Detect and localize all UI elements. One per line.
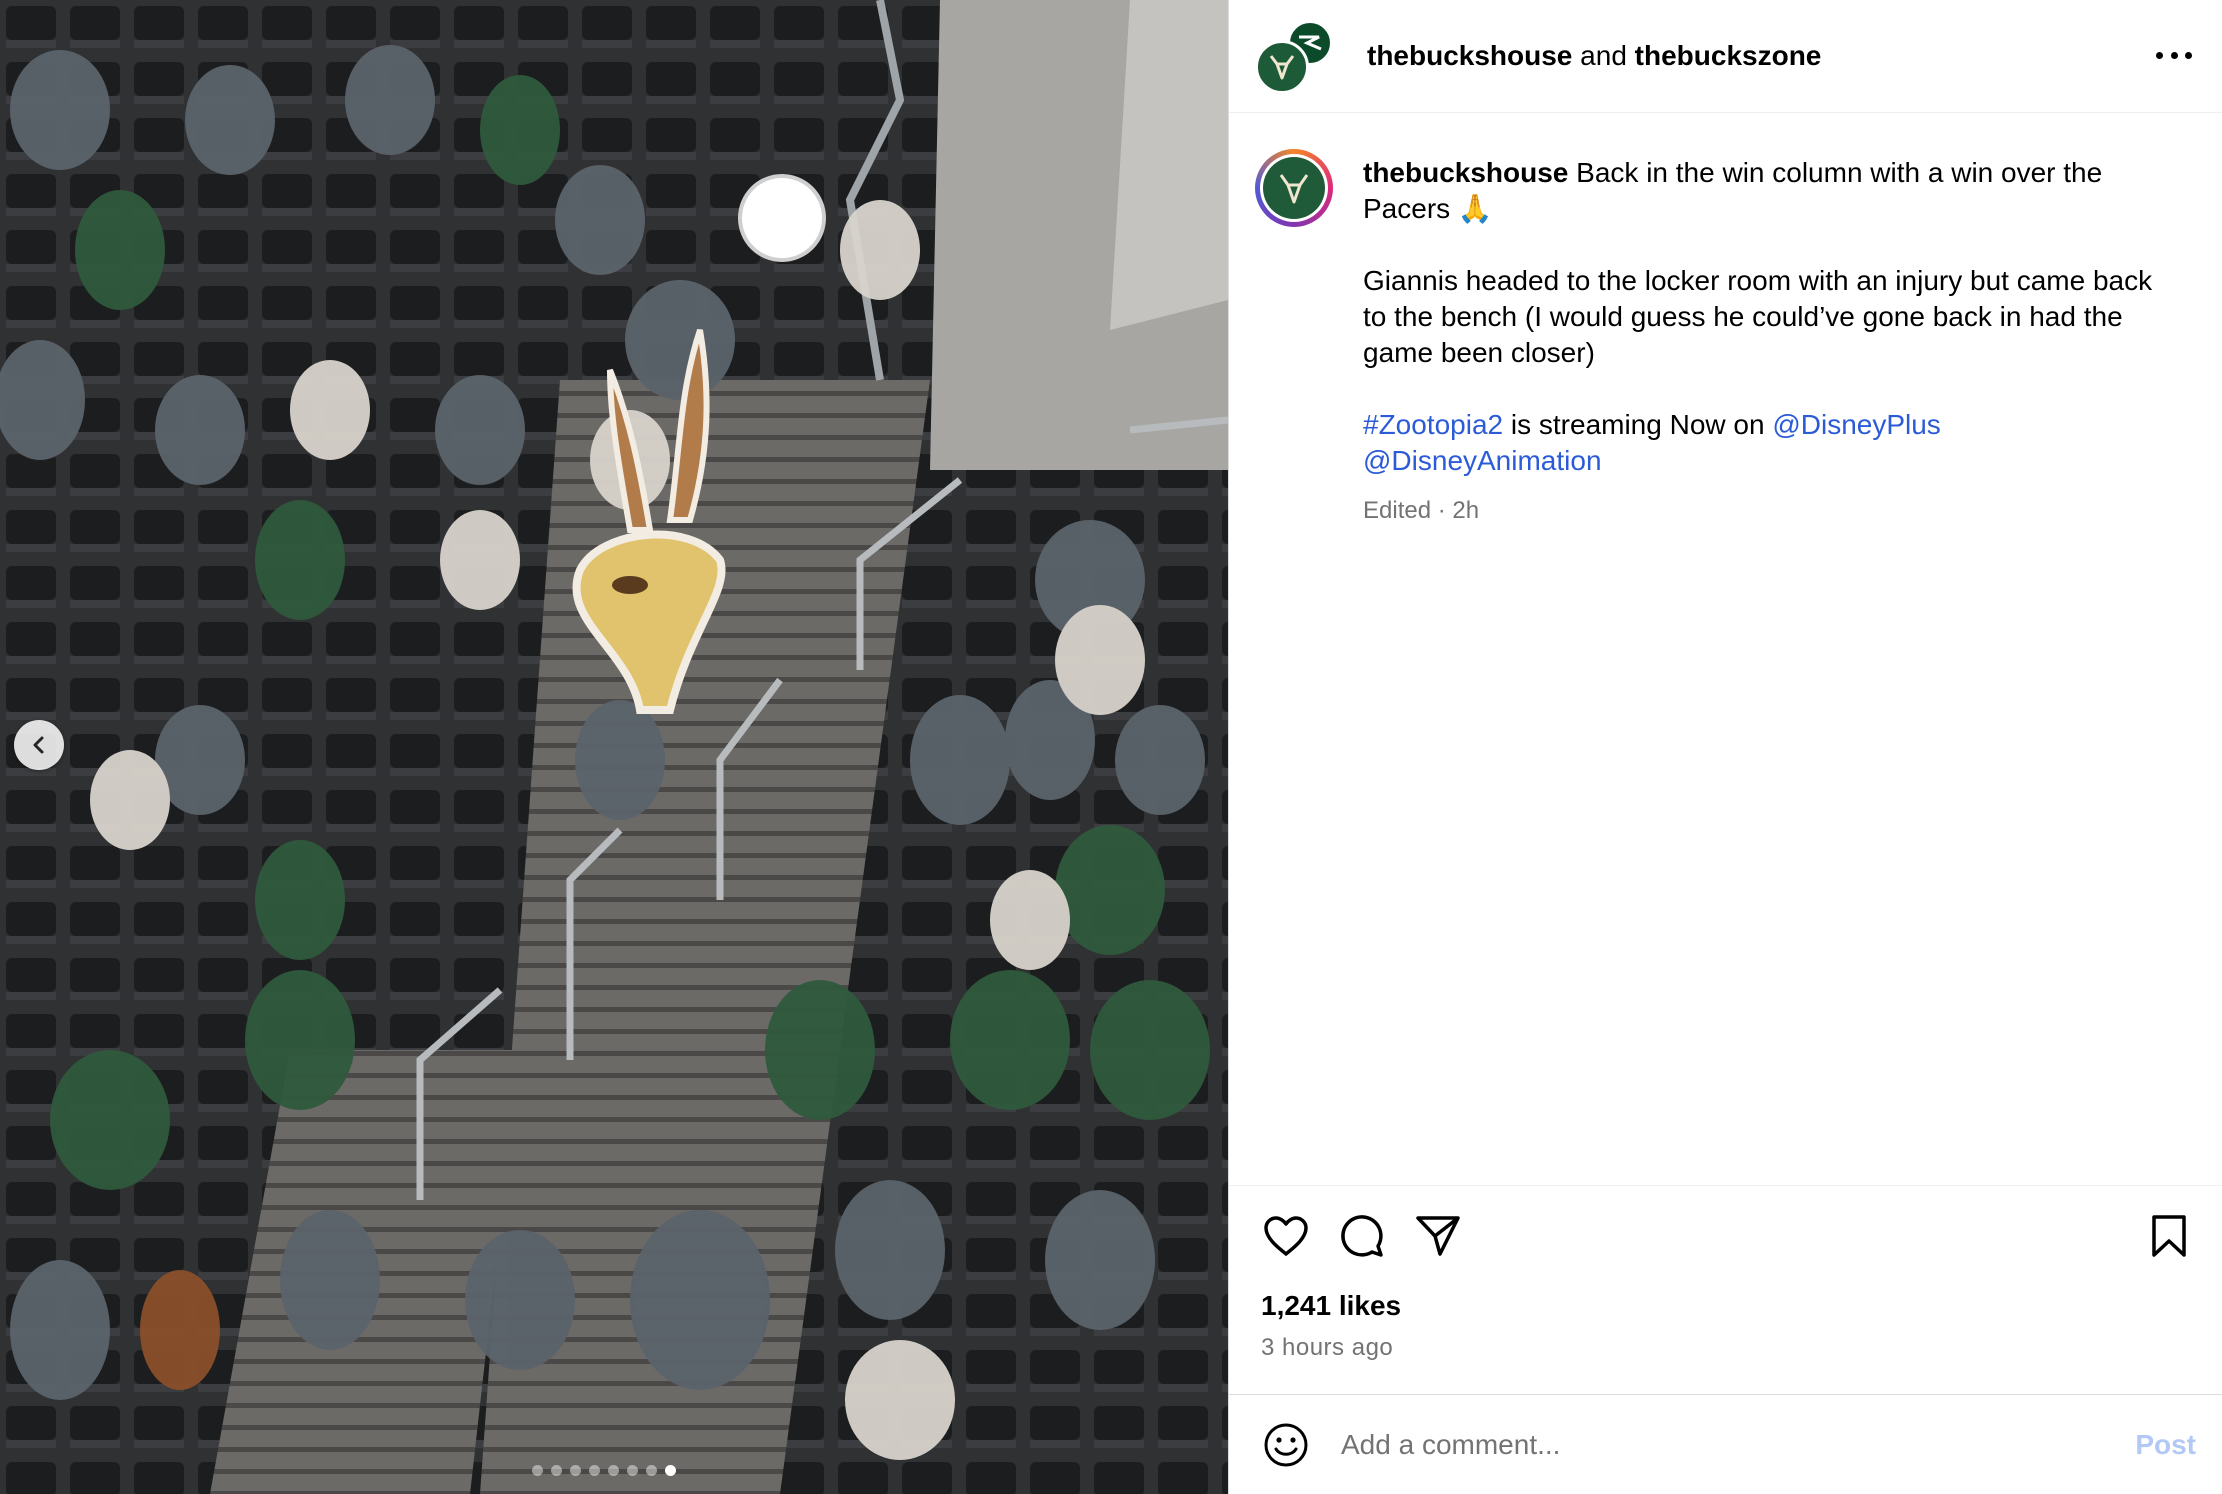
- comment-icon: [1341, 1215, 1383, 1257]
- arena-crowd-photo: [0, 0, 1228, 1494]
- mention-link[interactable]: @DisneyPlus: [1772, 409, 1940, 440]
- carousel-dot: [589, 1465, 600, 1476]
- like-count[interactable]: 1,241 likes: [1261, 1290, 2194, 1322]
- edited-label: Edited: [1363, 497, 1432, 524]
- more-icon: [2170, 51, 2178, 59]
- share-button[interactable]: [1413, 1212, 1463, 1260]
- collab-avatars[interactable]: [1255, 16, 1333, 96]
- separator: ·: [1437, 497, 1446, 524]
- emoji-icon: [1264, 1423, 1308, 1466]
- caption-username[interactable]: thebuckshouse: [1363, 157, 1568, 188]
- bookmark-icon: [2152, 1215, 2186, 1257]
- caption-text: thebuckshouse Back in the win column wit…: [1363, 139, 2163, 1185]
- carousel-dot: [627, 1465, 638, 1476]
- caption-section: thebuckshouse Back in the win column wit…: [1229, 113, 2222, 1185]
- emoji-picker-button[interactable]: [1263, 1422, 1309, 1468]
- avatar[interactable]: [1255, 40, 1309, 94]
- hashtag-link[interactable]: #Zootopia2: [1363, 409, 1503, 440]
- carousel-prev-button[interactable]: [14, 720, 64, 770]
- story-ring-avatar[interactable]: [1255, 149, 1333, 227]
- username-link[interactable]: thebuckszone: [1635, 40, 1822, 71]
- post-side-panel: thebuckshouse and thebuckszone thebucksh…: [1228, 0, 2222, 1494]
- like-button[interactable]: [1261, 1212, 1311, 1260]
- caption-age: 2h: [1452, 497, 1480, 524]
- carousel-dot-active: [665, 1465, 676, 1476]
- post-header: thebuckshouse and thebuckszone: [1229, 0, 2222, 113]
- chevron-left-icon: [33, 736, 44, 754]
- more-options-button[interactable]: [2156, 40, 2192, 70]
- carousel-indicator: [0, 1465, 1218, 1476]
- more-icon: [2185, 51, 2192, 59]
- collab-usernames: thebuckshouse and thebuckszone: [1367, 40, 1821, 72]
- carousel-dot: [532, 1465, 543, 1476]
- username-link[interactable]: thebuckshouse: [1367, 40, 1572, 71]
- post-comment-button[interactable]: Post: [2115, 1429, 2196, 1461]
- bucks-logo-icon: [1279, 174, 1309, 204]
- save-button[interactable]: [2144, 1212, 2194, 1260]
- carousel-dot: [608, 1465, 619, 1476]
- caption-meta: Edited · 2h: [1363, 493, 2163, 529]
- caption-line: Giannis headed to the locker room with a…: [1363, 265, 2153, 368]
- post-timestamp[interactable]: 3 hours ago: [1261, 1334, 2194, 1362]
- post-photo: [0, 0, 1228, 1494]
- avatar: [1263, 157, 1325, 219]
- comment-composer: Post: [1229, 1394, 2222, 1494]
- carousel-dot: [570, 1465, 581, 1476]
- post-actions: 1,241 likes 3 hours ago: [1229, 1185, 2222, 1394]
- carousel-dot: [551, 1465, 562, 1476]
- caption-line: is streaming Now on: [1510, 409, 1765, 440]
- share-icon: [1416, 1216, 1460, 1256]
- instagram-post-view: thebuckshouse and thebuckszone thebucksh…: [0, 0, 2222, 1494]
- comment-button[interactable]: [1337, 1212, 1387, 1260]
- bucks-logo-icon: [1269, 55, 1295, 80]
- joiner-text: and: [1580, 40, 1627, 71]
- comment-input[interactable]: [1341, 1428, 2116, 1461]
- heart-icon: [1264, 1216, 1308, 1256]
- mention-link[interactable]: @DisneyAnimation: [1363, 445, 1602, 476]
- carousel-dot: [646, 1465, 657, 1476]
- more-icon: [2156, 51, 2163, 59]
